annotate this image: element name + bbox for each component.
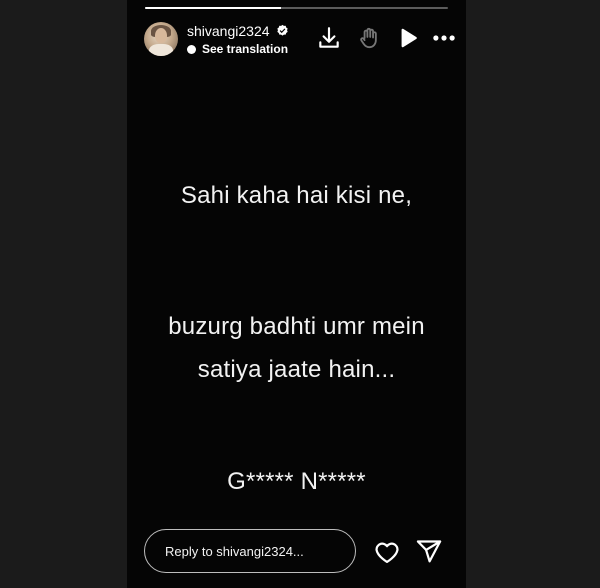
play-icon [401,28,417,48]
story-progress-bar [145,7,448,9]
avatar[interactable] [144,22,178,56]
reply-input[interactable]: Reply to shivangi2324... [144,529,356,573]
see-translation-label: See translation [202,42,289,56]
story-progress-fill [145,7,282,9]
heart-icon [375,542,399,564]
like-button[interactable] [373,538,401,566]
download-button[interactable] [316,25,342,51]
story-text-line: satiya jaate hain... [197,356,396,383]
username[interactable]: shivangi2324 [187,23,270,39]
story-text-line: G***** N***** [227,468,366,495]
verified-badge-icon [276,24,289,37]
more-horizontal-icon [433,35,455,41]
story-text-line: buzurg badhti umr mein [168,313,425,340]
send-icon [416,540,442,563]
hand-button[interactable] [357,25,383,51]
see-translation-link[interactable]: See translation [187,42,288,56]
hand-icon [360,27,377,49]
play-button[interactable] [394,25,420,51]
story-text-line: Sahi kaha hai kisi ne, [180,182,413,209]
share-button[interactable] [415,538,443,566]
more-options-button[interactable] [431,25,457,51]
reply-placeholder: Reply to shivangi2324... [165,544,304,559]
download-icon [319,27,339,48]
translate-icon [187,45,196,54]
story-viewer: shivangi2324 See translation Sahi kaha h… [127,0,466,588]
story-header: shivangi2324 See translation [144,20,455,58]
